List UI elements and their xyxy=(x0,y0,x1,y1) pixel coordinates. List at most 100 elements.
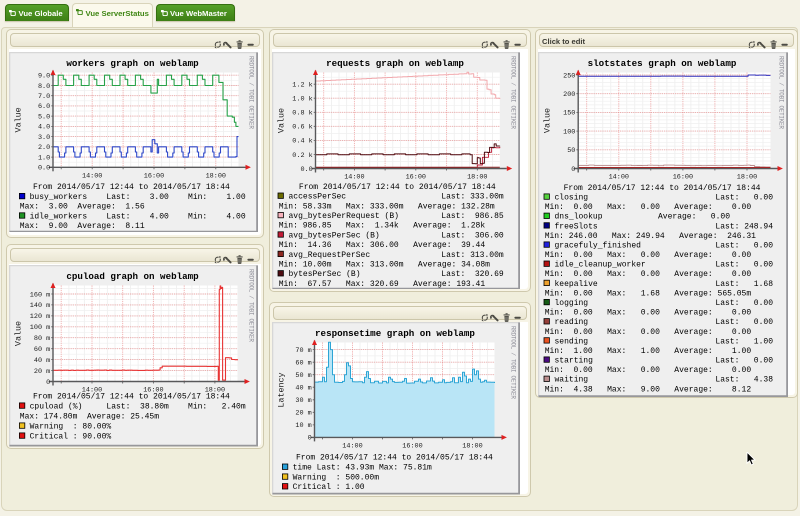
svg-text:150: 150 xyxy=(563,109,575,117)
svg-text:14:00: 14:00 xyxy=(609,173,629,181)
svg-text:Min: 986.85 Max: 1.34k Av: Min: 986.85 Max: 1.34k Average: 1.28k xyxy=(278,221,485,230)
svg-text:requests graph on weblamp: requests graph on weblamp xyxy=(326,57,464,68)
svg-text:Last: 0.00: Last: 0.00 xyxy=(715,260,773,269)
svg-text:16:00: 16:00 xyxy=(144,172,164,180)
svg-text:1.0 k: 1.0 k xyxy=(292,95,312,103)
svg-text:starting: starting xyxy=(555,356,594,365)
svg-text:0.0: 0.0 xyxy=(38,164,50,172)
svg-text:Latency: Latency xyxy=(276,372,286,407)
svg-text:0: 0 xyxy=(46,379,50,387)
svg-text:120 m: 120 m xyxy=(30,313,50,321)
svg-text:140 m: 140 m xyxy=(30,302,50,310)
svg-text:40 m: 40 m xyxy=(295,385,311,393)
svg-text:0: 0 xyxy=(307,435,311,443)
svg-text:Max: 174.80m Average: 25.45m: Max: 174.80m Average: 25.45m xyxy=(20,413,159,422)
svg-text:Value: Value xyxy=(543,107,553,132)
svg-text:20 m: 20 m xyxy=(34,368,50,376)
svg-text:Max: 3.00 Average: 1.56: Max: 3.00 Average: 1.56 xyxy=(20,202,145,211)
svg-text:reading: reading xyxy=(555,318,589,327)
svg-text:bytesPerSec (B): bytesPerSec (B) xyxy=(288,270,360,279)
svg-text:30 m: 30 m xyxy=(295,397,311,405)
svg-text:1.0: 1.0 xyxy=(38,154,50,162)
svg-text:2.0: 2.0 xyxy=(38,144,50,152)
svg-text:Value: Value xyxy=(276,107,286,132)
svg-text:7.0: 7.0 xyxy=(38,93,50,101)
svg-text:10 m: 10 m xyxy=(295,422,311,430)
svg-text:60 m: 60 m xyxy=(34,346,50,354)
svg-text:Min: 58.33m Max: 333.00m A: Min: 58.33m Max: 333.00m Average: 132.28… xyxy=(278,202,494,211)
svg-text:accessPerSec: accessPerSec xyxy=(288,192,346,201)
svg-text:8.0: 8.0 xyxy=(38,82,50,90)
svg-text:4.0: 4.0 xyxy=(38,123,50,131)
svg-text:logging: logging xyxy=(555,299,589,308)
svg-text:From 2014/05/17 12:44 to 2014/: From 2014/05/17 12:44 to 2014/05/17 18:4… xyxy=(298,182,495,191)
svg-text:time Last: 43.93m Max: 75.81m: time Last: 43.93m Max: 75.81m xyxy=(292,464,431,473)
svg-text:Value: Value xyxy=(14,321,24,346)
svg-text:RRDTOOL / TOBI OETIKER: RRDTOOL / TOBI OETIKER xyxy=(778,56,785,129)
svg-text:Last: 4.38: Last: 4.38 xyxy=(715,375,773,384)
svg-text:Min: 246.00 Max: 249.94 Av: Min: 246.00 Max: 249.94 Average: 246.31 xyxy=(545,231,756,240)
svg-text:Last: 0.00: Last: 0.00 xyxy=(715,299,773,308)
svg-text:50: 50 xyxy=(567,147,575,155)
svg-text:idle_workers Last: 4.00: idle_workers Last: 4.00 Min: 4.00 xyxy=(30,212,246,221)
svg-text:workers graph on weblamp: workers graph on weblamp xyxy=(66,57,199,68)
svg-text:avg_bytesPerRequest (B): avg_bytesPerRequest (B) xyxy=(288,212,398,221)
svg-text:Critical : 90.00%: Critical : 90.00% xyxy=(30,433,112,442)
svg-text:0.8 k: 0.8 k xyxy=(292,109,312,117)
svg-text:gracefuly_finished: gracefuly_finished xyxy=(555,241,642,250)
svg-text:Last: 320.69: Last: 320.69 xyxy=(441,270,504,279)
svg-text:Min: 0.00 Max: 0.00 Ave: Min: 0.00 Max: 0.00 Average: 0.00 xyxy=(545,308,752,317)
svg-text:slotstates graph on weblamp: slotstates graph on weblamp xyxy=(588,57,737,68)
svg-text:100: 100 xyxy=(563,128,575,136)
svg-text:From 2014/05/17 12:44 to 2014/: From 2014/05/17 12:44 to 2014/05/17 18:4… xyxy=(296,454,493,463)
svg-text:keepalive: keepalive xyxy=(555,279,598,288)
svg-text:Last: 1.68: Last: 1.68 xyxy=(715,279,773,288)
svg-text:From 2014/05/17 12:44 to 2014/: From 2014/05/17 12:44 to 2014/05/17 18:4… xyxy=(564,183,761,192)
svg-text:Min: 14.36 Max: 306.00 Av: Min: 14.36 Max: 306.00 Average: 39.44 xyxy=(278,241,485,250)
svg-text:Min: 0.00 Max: 0.00 Ave: Min: 0.00 Max: 0.00 Average: 0.00 xyxy=(545,327,752,336)
svg-text:responsetime graph on weblamp: responsetime graph on weblamp xyxy=(315,328,475,339)
svg-text:Last: 0.00: Last: 0.00 xyxy=(715,356,773,365)
svg-text:Min: 4.38 Max: 9.00 Ave: Min: 4.38 Max: 9.00 Average: 8.12 xyxy=(545,385,752,394)
svg-text:18:00: 18:00 xyxy=(467,173,487,181)
svg-text:Last: 1.00: Last: 1.00 xyxy=(715,337,773,346)
svg-text:18:00: 18:00 xyxy=(737,173,757,181)
svg-text:60 m: 60 m xyxy=(295,360,311,368)
svg-text:RRDTOOL / TOBI OETIKER: RRDTOOL / TOBI OETIKER xyxy=(248,269,255,342)
svg-text:From 2014/05/17 12:44 to 2014/: From 2014/05/17 12:44 to 2014/05/17 18:4… xyxy=(33,183,230,192)
svg-text:Min: 0.00 Max: 0.00 Ave: Min: 0.00 Max: 0.00 Average: 0.00 xyxy=(545,203,752,212)
svg-text:waiting: waiting xyxy=(555,375,589,384)
svg-text:5.0: 5.0 xyxy=(38,113,50,121)
svg-text:20 m: 20 m xyxy=(295,410,311,418)
svg-text:Warning : 500.00m: Warning : 500.00m xyxy=(292,474,379,483)
svg-text:Last: 248.94: Last: 248.94 xyxy=(715,222,773,231)
svg-text:Min: 1.00 Max: 1.00 Ave: Min: 1.00 Max: 1.00 Average: 1.00 xyxy=(545,346,752,355)
svg-text:freeSlots: freeSlots xyxy=(555,222,598,231)
svg-text:3.0: 3.0 xyxy=(38,133,50,141)
svg-text:80 m: 80 m xyxy=(34,335,50,343)
svg-text:busy_workers Last: 3.00: busy_workers Last: 3.00 Min: 1.00 xyxy=(30,193,246,202)
svg-text:16:00: 16:00 xyxy=(405,173,425,181)
svg-text:Last: 0.00: Last: 0.00 xyxy=(715,193,773,202)
svg-text:cpuload graph on weblamp: cpuload graph on weblamp xyxy=(66,271,199,282)
svg-text:160 m: 160 m xyxy=(30,291,50,299)
svg-text:avg_RequestPerSec: avg_RequestPerSec xyxy=(288,250,370,259)
svg-text:6.0: 6.0 xyxy=(38,103,50,111)
svg-text:1.2 k: 1.2 k xyxy=(292,81,312,89)
svg-text:40 m: 40 m xyxy=(34,357,50,365)
svg-text:Min: 0.00 Max: 1.68 Ave: Min: 0.00 Max: 1.68 Average: 565.05m xyxy=(545,289,752,298)
svg-text:14:00: 14:00 xyxy=(344,173,364,181)
svg-text:cpuload (%) Last: 38.80m: cpuload (%) Last: 38.80m Min: 2.40m xyxy=(30,403,246,412)
svg-text:Warning : 80.00%: Warning : 80.00% xyxy=(30,423,112,432)
svg-text:Last: 306.00: Last: 306.00 xyxy=(441,231,504,240)
svg-text:18:00: 18:00 xyxy=(206,172,226,180)
svg-text:Max: 9.00 Average: 8.11: Max: 9.00 Average: 8.11 xyxy=(20,222,145,231)
svg-text:Last: 0.00: Last: 0.00 xyxy=(715,241,773,250)
svg-text:14:00: 14:00 xyxy=(342,443,362,451)
svg-text:200: 200 xyxy=(563,91,575,99)
svg-text:16:00: 16:00 xyxy=(402,443,422,451)
svg-text:dns_lookup: dns_lookup xyxy=(555,212,603,221)
svg-text:14:00: 14:00 xyxy=(82,172,102,180)
svg-text:70 m: 70 m xyxy=(295,347,311,355)
svg-text:Min: 0.00 Max: 0.00 Ave: Min: 0.00 Max: 0.00 Average: 0.00 xyxy=(545,251,752,260)
